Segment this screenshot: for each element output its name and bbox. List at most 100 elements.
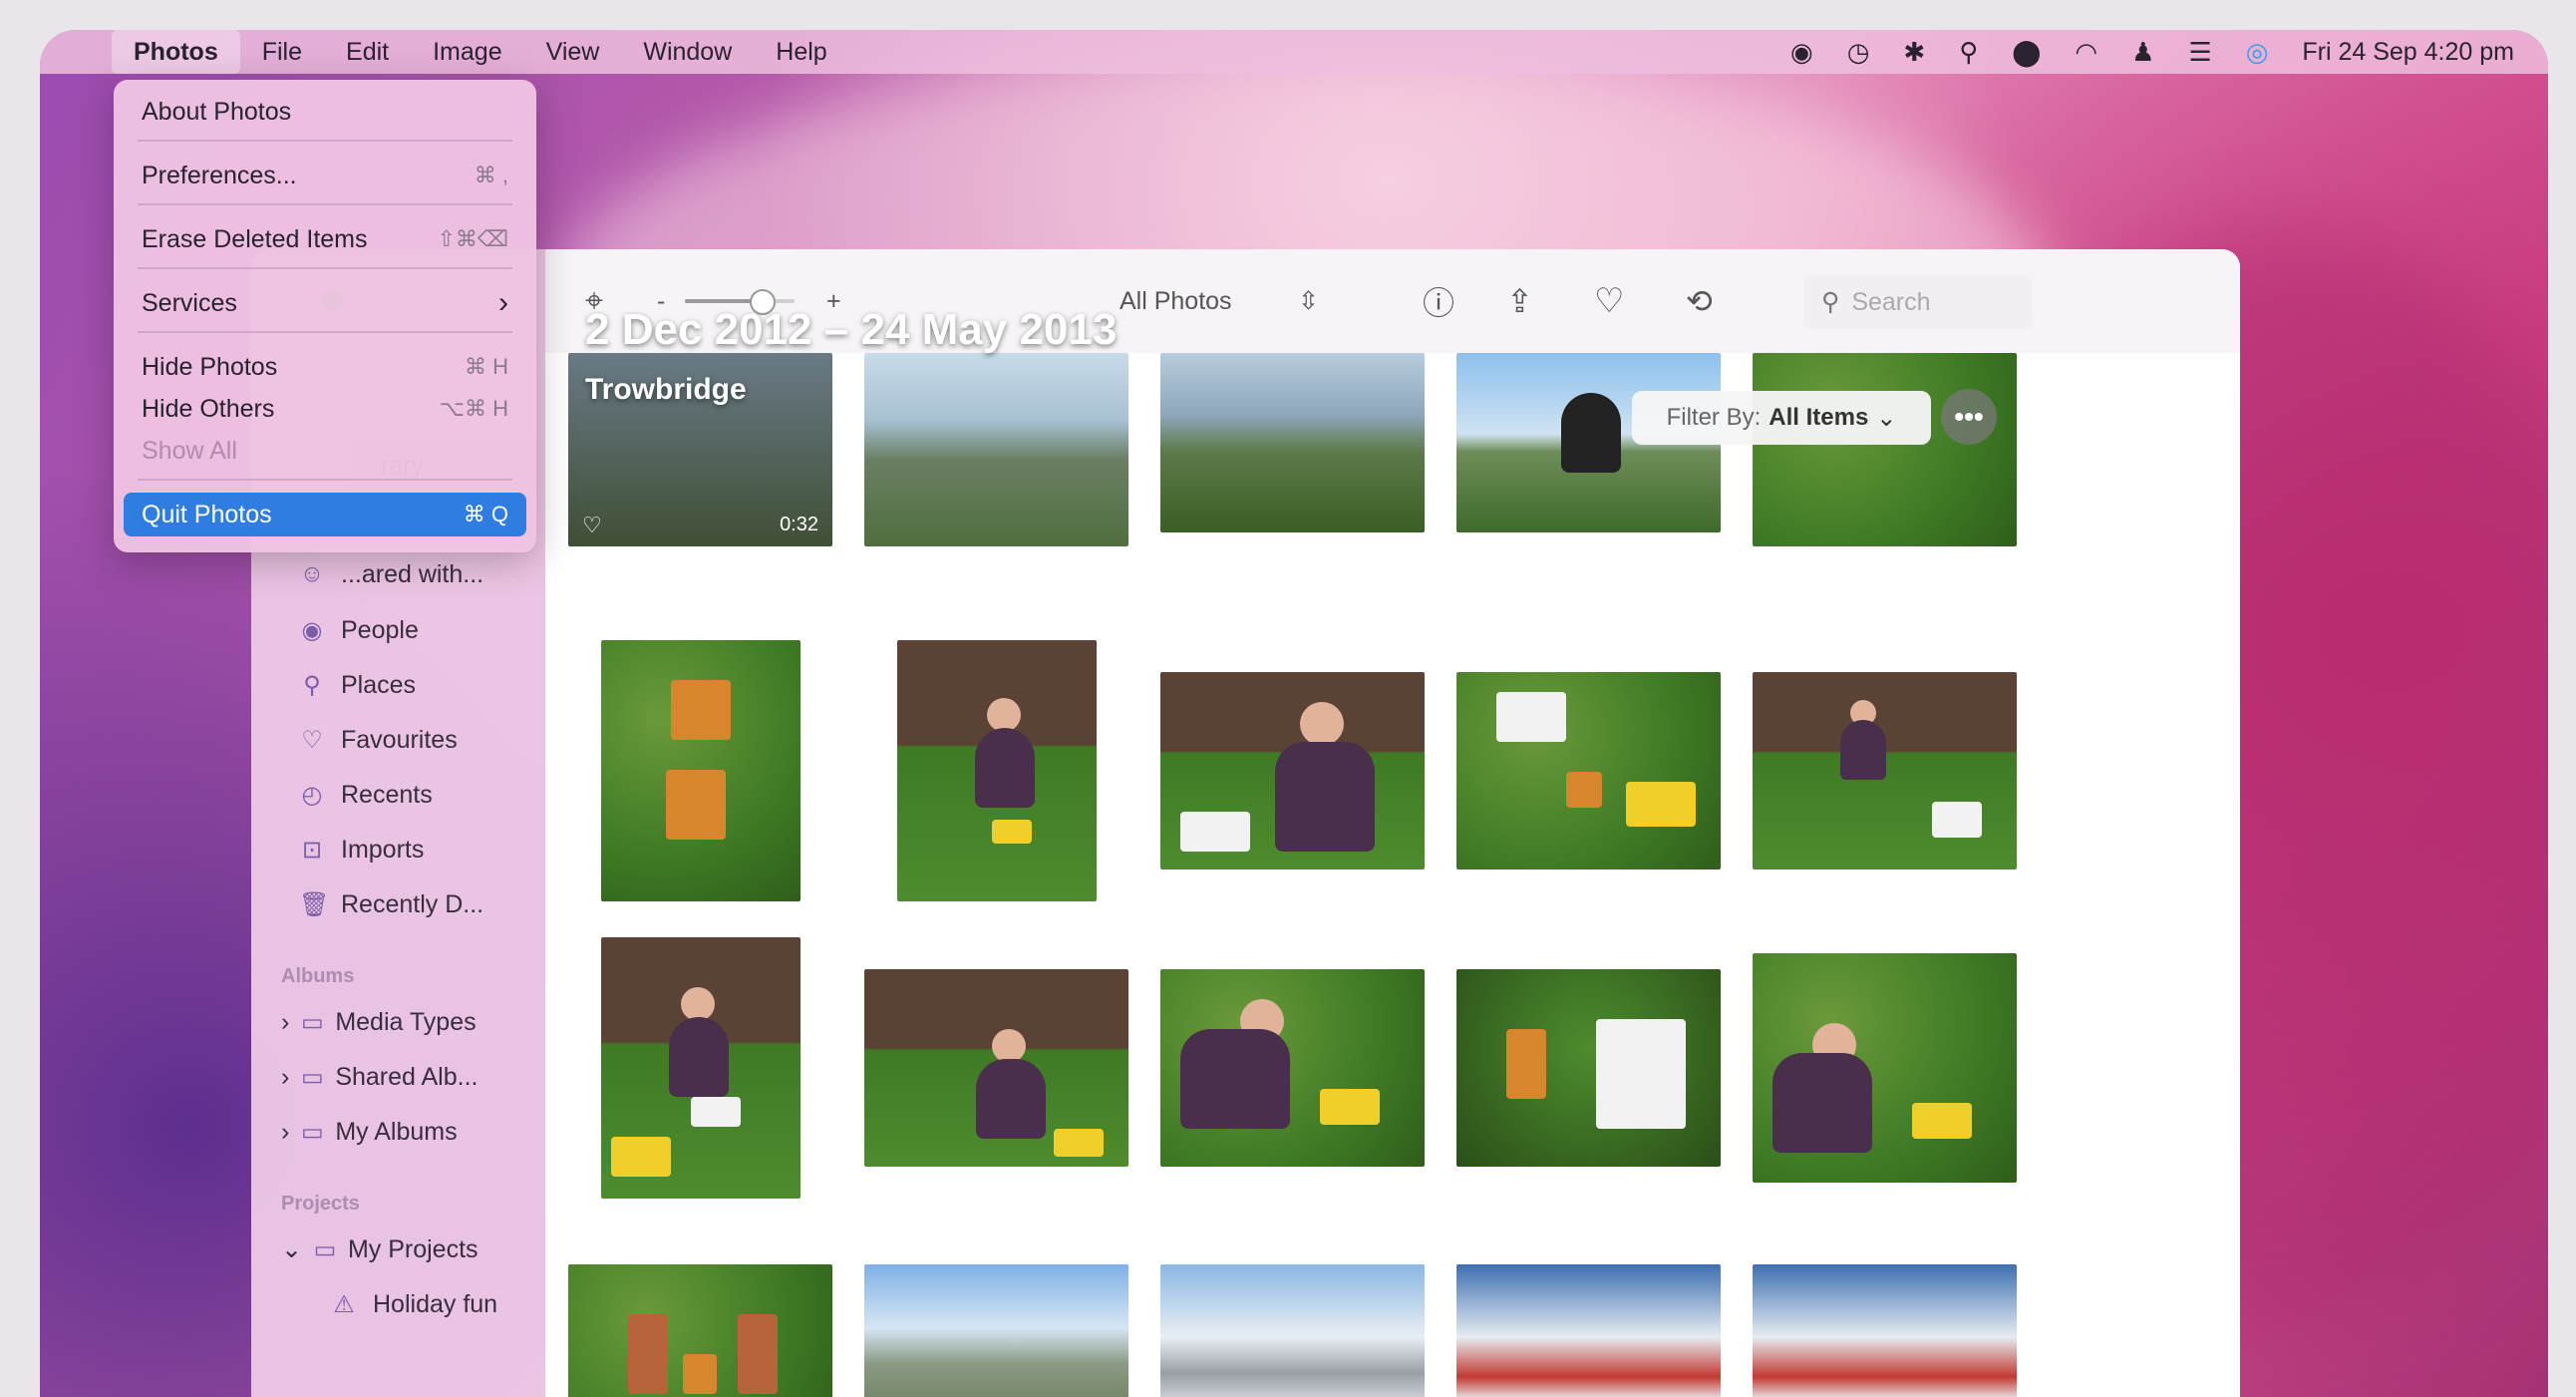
sidebar-item-label: ...ared with...	[341, 559, 484, 588]
tray	[992, 820, 1032, 844]
sidebar-item-holiday-fun[interactable]: ⚠ Holiday fun	[331, 1284, 497, 1324]
sidebar-item-recently-deleted[interactable]: 🗑 Recently D...	[299, 884, 483, 924]
sidebar-item-label: Recents	[341, 780, 433, 809]
sidebar-item-shared[interactable]: ☺ ...ared with...	[299, 554, 483, 594]
search-icon[interactable]: ⚲	[1959, 37, 1978, 68]
menu-item-quit-photos[interactable]: Quit Photos ⌘ Q	[124, 493, 526, 536]
sidebar-item-label: Holiday fun	[373, 1289, 498, 1318]
box	[1596, 1019, 1686, 1129]
moment-location[interactable]: Trowbridge	[585, 373, 747, 407]
photo-thumbnail[interactable]	[1456, 1264, 1721, 1397]
menu-photos[interactable]: Photos	[112, 30, 240, 74]
chevron-right-icon[interactable]: ›	[281, 1063, 289, 1092]
photo-thumbnail[interactable]	[1160, 969, 1425, 1167]
photo-thumbnail[interactable]	[601, 640, 801, 901]
menu-file[interactable]: File	[240, 30, 324, 74]
sidebar-item-shared-albums[interactable]: › ▭ Shared Alb...	[281, 1057, 478, 1097]
control-center-icon[interactable]: ☰	[2188, 37, 2211, 68]
sidebar-item-media-types[interactable]: › ▭ Media Types	[281, 1002, 477, 1042]
menu-item-services[interactable]: Services ›	[142, 283, 508, 323]
photo-thumbnail[interactable]	[864, 1264, 1128, 1397]
photo-thumbnail[interactable]	[1160, 353, 1425, 532]
person	[1275, 742, 1375, 852]
folder-icon: ▭	[313, 1235, 337, 1263]
favourite-heart-icon[interactable]: ♡	[1594, 281, 1624, 321]
filter-by-button[interactable]: Filter By: All Items ⌄	[1632, 391, 1931, 445]
shared-folder-icon: ▭	[300, 1063, 324, 1091]
photo-thumbnail[interactable]	[1753, 953, 2017, 1183]
menu-item-preferences[interactable]: Preferences... ⌘ ,	[142, 156, 508, 195]
tray	[611, 1137, 671, 1177]
menu-item-label: Hide Others	[142, 394, 275, 423]
menu-edit[interactable]: Edit	[324, 30, 411, 74]
photo-thumbnail[interactable]	[1753, 672, 2017, 870]
menu-help[interactable]: Help	[754, 30, 848, 74]
brick	[628, 1314, 668, 1394]
box	[1496, 692, 1566, 742]
sidebar-item-my-albums[interactable]: › ▭ My Albums	[281, 1112, 458, 1152]
tray	[1626, 782, 1696, 827]
photo-thumbnail[interactable]	[568, 1264, 832, 1397]
box	[1180, 812, 1250, 852]
albums-heading: Albums	[281, 965, 355, 987]
pot	[1506, 1029, 1546, 1099]
bluetooth-icon[interactable]: ✱	[1903, 37, 1925, 68]
search-field[interactable]: ⚲ Search	[1803, 275, 2033, 329]
chevron-down-icon[interactable]: ⌄	[281, 1234, 302, 1264]
photo-thumbnail[interactable]	[864, 353, 1128, 546]
photo-thumbnail[interactable]	[897, 640, 1097, 901]
photo-thumbnail[interactable]	[864, 969, 1128, 1167]
photo-thumbnail[interactable]	[601, 937, 801, 1199]
clock[interactable]: Fri 24 Sep 4:20 pm	[2302, 38, 2514, 67]
menu-item-hide-photos[interactable]: Hide Photos ⌘ H	[142, 347, 508, 387]
head	[1300, 702, 1344, 746]
sidebar-item-places[interactable]: ⚲ Places	[299, 665, 416, 705]
chevron-right-icon: ›	[498, 286, 508, 319]
menu-item-label: Erase Deleted Items	[142, 224, 368, 253]
shortcut: ⌘ Q	[463, 502, 508, 526]
photo-thumbnail[interactable]	[1456, 969, 1721, 1167]
photos-main: ⌖ - + All Photos ⇳ ⓘ ⇪ ♡ ⟲ ⚲ Search ♡ 0:…	[545, 249, 2240, 1397]
status-area: ◉ ◷ ✱ ⚲ ⬤ ◠ ♟ ☰ ◎ Fri 24 Sep 4:20 pm	[1790, 37, 2548, 68]
sidebar-item-recents[interactable]: ◴ Recents	[299, 775, 433, 815]
view-select-value: All Photos	[1120, 286, 1232, 315]
desktop: Photos File Edit Image View Window Help …	[40, 30, 2548, 1397]
menu-image[interactable]: Image	[411, 30, 523, 74]
photo-thumbnail[interactable]	[1160, 1264, 1425, 1397]
share-icon[interactable]: ⇪	[1506, 282, 1533, 320]
person	[669, 1017, 729, 1097]
siri-icon[interactable]: ◎	[2246, 37, 2269, 68]
menu-separator	[138, 140, 512, 142]
menu-window[interactable]: Window	[621, 30, 754, 74]
chevron-right-icon[interactable]: ›	[281, 1008, 289, 1037]
photos-window: rary mories ☺...ared with... ◉People ⚲Pl…	[251, 249, 2241, 1397]
info-icon[interactable]: ⓘ	[1423, 278, 1454, 324]
time-machine-icon[interactable]: ◷	[1847, 37, 1870, 68]
more-options-button[interactable]: •••	[1941, 389, 1997, 445]
heart-icon[interactable]: ♡	[582, 513, 602, 538]
menu-item-about[interactable]: About Photos	[142, 92, 508, 132]
sidebar-item-favourites[interactable]: ♡ Favourites	[299, 720, 457, 760]
sidebar-item-imports[interactable]: ⊡ Imports	[299, 830, 424, 870]
menu-view[interactable]: View	[524, 30, 622, 74]
menu-item-hide-others[interactable]: Hide Others ⌥⌘ H	[142, 389, 508, 429]
account-icon[interactable]: ♟	[2131, 37, 2154, 68]
photo-thumbnail[interactable]	[1753, 353, 2017, 546]
sidebar-item-my-projects[interactable]: ⌄ ▭ My Projects	[281, 1229, 479, 1269]
wifi-icon[interactable]: ◠	[2075, 37, 2097, 68]
photo-thumbnail[interactable]	[1456, 672, 1721, 870]
rotate-icon[interactable]: ⟲	[1686, 282, 1713, 320]
sidebar-item-people[interactable]: ◉ People	[299, 610, 419, 650]
menu-item-erase-deleted[interactable]: Erase Deleted Items ⇧⌘⌫	[142, 219, 508, 259]
vpn-icon[interactable]: ⬤	[2012, 37, 2041, 68]
shortcut: ⌘ H	[465, 354, 508, 379]
view-select[interactable]: All Photos ⇳	[1104, 273, 1333, 329]
photo-thumbnail[interactable]	[1160, 672, 1425, 870]
pot	[683, 1354, 717, 1394]
chevron-right-icon[interactable]: ›	[281, 1118, 289, 1147]
user-icon[interactable]: ◉	[1790, 37, 1813, 68]
photo-thumbnail[interactable]	[1753, 1264, 2017, 1397]
search-placeholder: Search	[1851, 287, 1931, 316]
box	[1932, 802, 1982, 838]
head	[987, 698, 1021, 732]
